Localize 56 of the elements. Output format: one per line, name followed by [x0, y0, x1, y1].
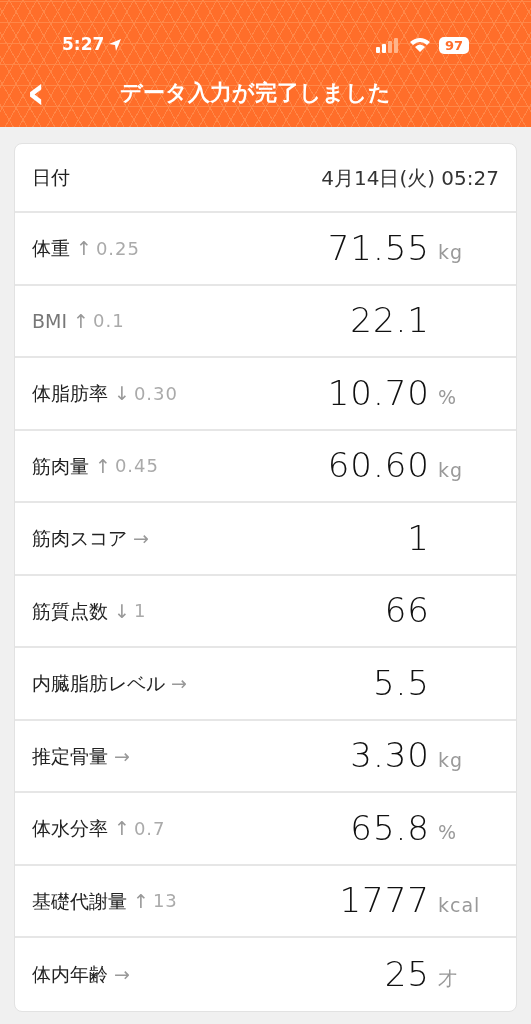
change-value: 1: [133, 599, 147, 624]
metric-value: 3.30: [350, 734, 430, 778]
metric-value: 66: [384, 589, 430, 633]
metric-label: 体脂肪率: [32, 381, 108, 406]
trend-arrow: ↓: [114, 598, 130, 624]
metric-value: 60.60: [327, 444, 430, 488]
metric-value: 1777: [339, 879, 430, 923]
metric-label: 体重: [32, 236, 70, 261]
metric-label: 筋質点数: [32, 598, 108, 624]
metric-label: 基礎代謝量: [32, 888, 127, 914]
metric-value: 1: [407, 516, 430, 560]
unit-label: 才: [438, 967, 458, 989]
unit-label: %: [438, 821, 458, 843]
trend-arrow: ↓: [114, 381, 130, 406]
unit-label: %: [438, 386, 458, 408]
metric-label: 内臓脂肪レベル: [32, 671, 165, 696]
unit-label: kcal: [438, 893, 481, 916]
change-value: 0.7: [133, 816, 166, 841]
back-button[interactable]: ‹: [16, 69, 56, 115]
metric-value: 65.8: [350, 806, 430, 850]
change-value: 13: [152, 889, 178, 914]
metric-value: 10.70: [327, 371, 430, 415]
date-label: 日付: [32, 165, 70, 191]
status-time: 5:27: [62, 33, 105, 57]
metric-value: 5.5: [372, 661, 430, 705]
trend-arrow: →: [171, 671, 187, 696]
trend-arrow: →: [114, 962, 130, 987]
trend-arrow: →: [114, 743, 130, 769]
wifi-icon: [408, 37, 431, 53]
metric-label: 筋肉スコア: [32, 526, 127, 551]
battery-indicator: 97: [438, 36, 469, 54]
change-value: 0.1: [92, 309, 125, 334]
metric-value: 71.55: [327, 226, 430, 270]
trend-arrow: ↑: [73, 308, 89, 334]
trend-arrow: →: [133, 526, 149, 551]
page-title: データ入力が完了しました: [120, 78, 391, 107]
trend-arrow: ↑: [133, 888, 149, 914]
date-value: 4月14日(火) 05:27: [321, 164, 499, 192]
trend-arrow: ↑: [95, 453, 111, 479]
trend-arrow: ↑: [76, 236, 92, 261]
location-arrow-icon: [108, 38, 123, 52]
metric-value: 22.1: [350, 299, 430, 343]
trend-arrow: ↑: [114, 816, 130, 841]
metric-label: BMI: [32, 308, 68, 334]
metric-label: 推定骨量: [32, 743, 108, 769]
metric-label: 筋肉量: [32, 453, 89, 479]
unit-label: kg: [438, 241, 464, 263]
change-value: 0.30: [133, 381, 178, 406]
change-value: 0.25: [95, 236, 140, 261]
signal-icon: [375, 37, 401, 53]
metric-label: 体水分率: [32, 816, 108, 841]
unit-label: kg: [438, 748, 464, 771]
metric-label: 体内年齢: [32, 962, 108, 987]
metric-value: 25: [384, 952, 430, 996]
unit-label: kg: [438, 458, 464, 481]
change-value: 0.45: [114, 454, 159, 479]
